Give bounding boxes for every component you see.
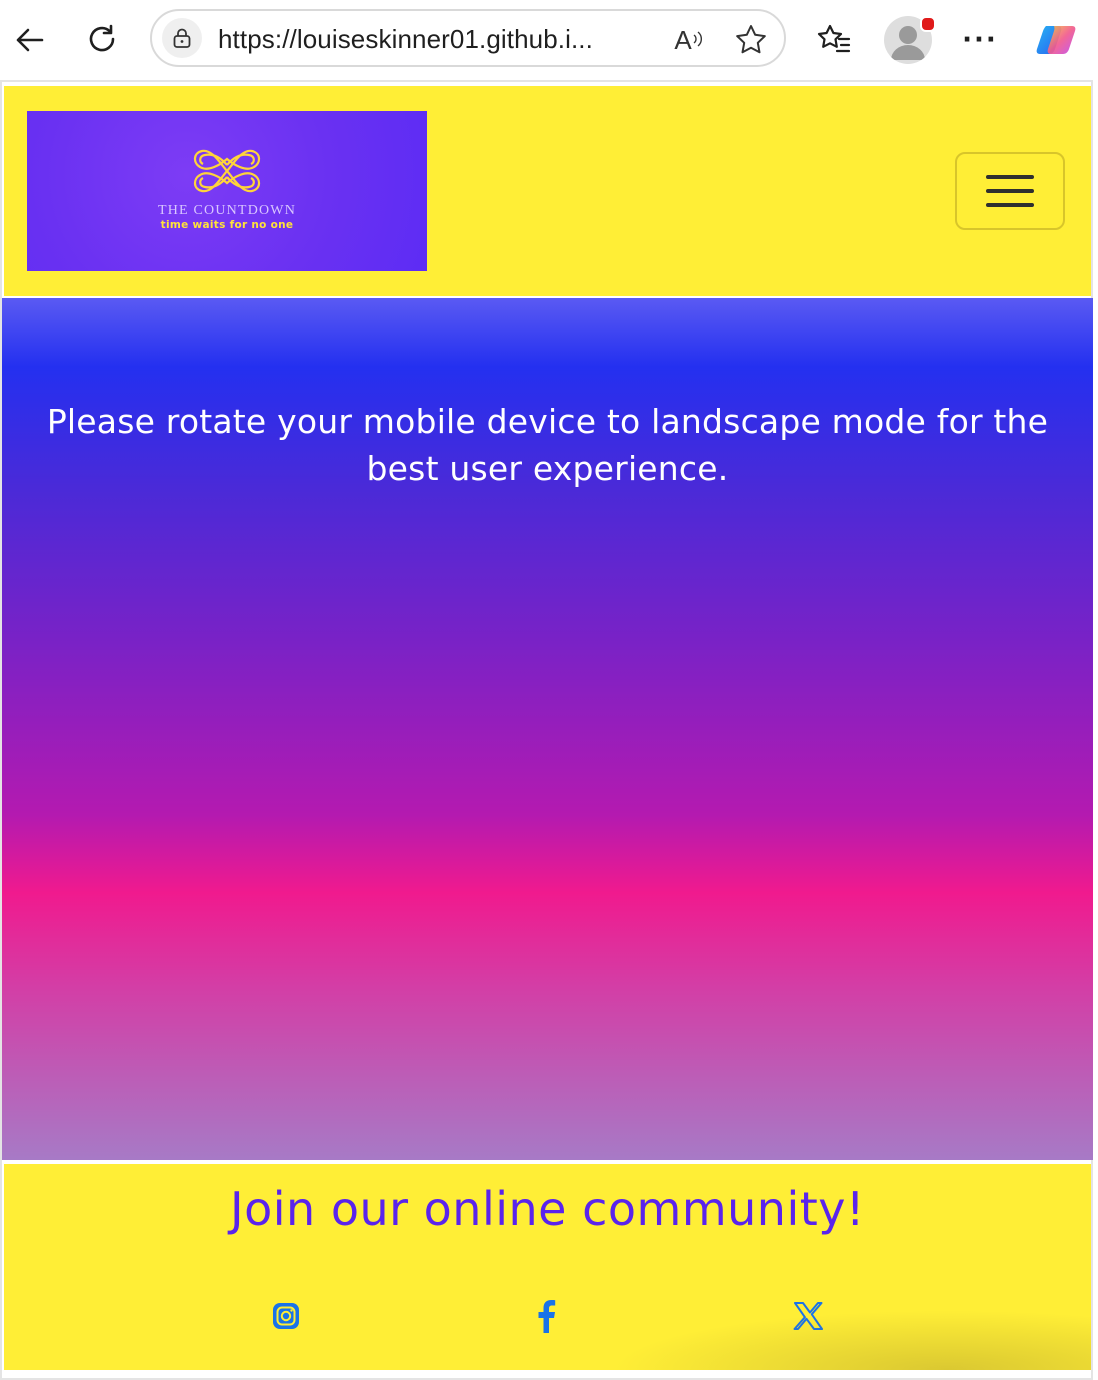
hamburger-line [986, 203, 1034, 207]
facebook-icon [538, 1300, 556, 1333]
hamburger-line [986, 189, 1034, 193]
hamburger-line [986, 175, 1034, 179]
rotate-device-message: Please rotate your mobile device to land… [46, 402, 1049, 488]
hero-section: Please rotate your mobile device to land… [2, 298, 1093, 1160]
web-page: THE COUNTDOWN time waits for no one Plea… [0, 80, 1093, 1380]
infinity-knot-icon [193, 149, 261, 193]
arrow-left-icon [16, 28, 44, 52]
read-aloud-glyph: A [674, 24, 692, 55]
facebook-link[interactable] [526, 1296, 566, 1336]
read-aloud-icon[interactable]: A [672, 23, 706, 57]
site-footer: Join our online community! [4, 1164, 1091, 1370]
notification-dot [920, 16, 936, 32]
browser-toolbar: https://louiseskinner01.github.i... A ··… [0, 0, 1098, 80]
site-header: THE COUNTDOWN time waits for no one [4, 86, 1091, 296]
logo-tagline: time waits for no one [160, 219, 294, 231]
copilot-icon[interactable] [1032, 16, 1080, 64]
instagram-link[interactable] [266, 1296, 306, 1336]
lock-icon[interactable] [162, 18, 202, 58]
address-bar[interactable]: https://louiseskinner01.github.i... A [150, 9, 786, 67]
logo-title: THE COUNTDOWN [157, 203, 297, 218]
site-logo[interactable]: THE COUNTDOWN time waits for no one [27, 111, 427, 271]
reload-icon [89, 24, 115, 52]
reload-button[interactable] [80, 18, 124, 62]
favorites-list-icon [817, 24, 851, 53]
favorite-star-icon[interactable] [732, 21, 770, 59]
footer-shadow [611, 1310, 1091, 1370]
footer-title: Join our online community! [230, 1182, 865, 1236]
url-text[interactable]: https://louiseskinner01.github.i... [218, 24, 593, 55]
nav-menu-toggle[interactable] [955, 152, 1065, 230]
more-icon: ··· [962, 25, 998, 55]
instagram-icon [273, 1303, 299, 1329]
back-button[interactable] [8, 18, 52, 62]
favorites-button[interactable] [812, 18, 856, 62]
more-menu-button[interactable]: ··· [958, 18, 1002, 62]
